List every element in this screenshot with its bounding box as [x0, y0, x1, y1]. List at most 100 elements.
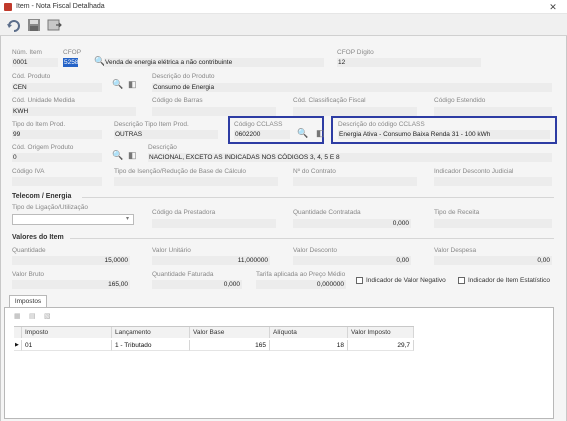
section-telecom-title: Telecom / Energia [12, 193, 72, 200]
cell-valor-base[interactable]: 165 [190, 340, 270, 351]
grid-header-row: Imposto Lançamento Valor Base Alíquota V… [14, 327, 414, 338]
valor-desconto-label: Valor Desconto [293, 247, 337, 254]
desc-origem-field: NACIONAL, EXCETO AS INDICADAS NOS CÓDIGO… [148, 153, 552, 162]
save-icon [28, 19, 40, 31]
codigo-iva-field[interactable] [12, 177, 102, 186]
tipo-isencao-label: Tipo de Isenção/Redução de Base de Cálcu… [114, 168, 247, 175]
cod-unidade-label: Cód. Unidade Medida [12, 97, 75, 104]
toolbar [0, 14, 567, 36]
grid-add-icon[interactable]: ▦ [14, 312, 21, 320]
save-button[interactable] [26, 17, 42, 33]
ind-desconto-label: Indicador Desconto Judicial [434, 168, 514, 175]
ind-valor-negativo-label: Indicador de Valor Negativo [366, 277, 446, 284]
num-contrato-field[interactable] [293, 177, 417, 186]
quantidade-field[interactable]: 15,0000 [12, 256, 130, 265]
desc-produto-field: Consumo de Energia [152, 83, 552, 92]
cod-unidade-field[interactable]: KWH [12, 107, 136, 116]
cod-cclass-label: Código CCLASS [234, 121, 283, 128]
section-divider [82, 197, 554, 198]
ind-valor-negativo-checkbox[interactable] [356, 277, 363, 284]
tipo-ligacao-select[interactable] [12, 214, 134, 225]
window-title: Item - Nota Fiscal Detalhada [16, 3, 105, 10]
cod-class-fiscal-label: Cód. Classificação Fiscal [293, 97, 366, 104]
ind-desconto-field[interactable] [434, 177, 552, 186]
valor-despesa-field[interactable]: 0,00 [434, 256, 552, 265]
cod-cclass-field[interactable]: 0602200 [234, 130, 290, 139]
cod-class-fiscal-field[interactable] [293, 107, 417, 116]
desc-tipo-item-field: OUTRAS [114, 130, 218, 139]
search-icon[interactable]: 🔍 [297, 128, 308, 139]
cfop-digito-field[interactable]: 12 [337, 58, 481, 67]
cfop-digito-label: CFOP Dígito [337, 49, 374, 56]
cod-produto-field[interactable]: CEN [12, 83, 102, 92]
undo-icon [7, 20, 20, 32]
valor-unitario-label: Valor Unitário [152, 247, 191, 254]
qtd-contratada-field[interactable]: 0,000 [293, 219, 411, 228]
quantidade-label: Quantidade [12, 247, 46, 254]
valor-despesa-label: Valor Despesa [434, 247, 477, 254]
close-window-button[interactable] [46, 17, 62, 33]
close-icon[interactable]: ✕ [547, 1, 559, 13]
cod-prestadora-field[interactable] [152, 219, 276, 228]
cod-estendido-label: Código Estendido [434, 97, 486, 104]
valor-desconto-field[interactable]: 0,00 [293, 256, 411, 265]
close-window-icon [47, 19, 62, 31]
qtd-faturada-label: Quantidade Faturada [152, 271, 214, 278]
cod-origem-field[interactable]: 0 [12, 153, 102, 162]
num-item-field[interactable]: 0001 [12, 58, 58, 67]
grid-edit-icon[interactable]: ▤ [29, 312, 36, 320]
valor-unitario-field[interactable]: 11,000000 [152, 256, 270, 265]
ind-item-estatistico-label: Indicador de Item Estatístico [468, 277, 551, 284]
title-bar: Item - Nota Fiscal Detalhada ✕ [0, 0, 567, 14]
num-item-label: Núm. Item [12, 49, 42, 56]
tipo-isencao-field[interactable] [114, 177, 278, 186]
grid-delete-icon[interactable]: ▧ [44, 312, 51, 320]
grid-header-indicator [14, 327, 22, 338]
cfop-field[interactable]: 5258 [63, 58, 78, 67]
cod-estendido-field[interactable] [434, 107, 552, 116]
grid-header-valor-imposto[interactable]: Valor Imposto [348, 327, 414, 338]
desc-tipo-item-label: Descrição Tipo Item Prod. [114, 121, 189, 128]
qtd-contratada-label: Quantidade Contratada [293, 209, 361, 216]
section-valores-title: Valores do Item [12, 234, 64, 241]
ind-item-estatistico-checkbox[interactable] [458, 277, 465, 284]
eraser-icon[interactable]: ◧ [128, 79, 137, 90]
desc-produto-label: Descrição do Produto [152, 73, 215, 80]
desc-cclass-field: Energia Ativa - Consumo Baixa Renda 31 -… [338, 130, 550, 139]
search-icon[interactable]: 🔍 [112, 79, 123, 90]
cod-prestadora-label: Código da Prestadora [152, 209, 216, 216]
cell-lancamento[interactable]: 1 - Tributado [112, 340, 190, 351]
cell-imposto[interactable]: 01 [22, 340, 112, 351]
eraser-icon[interactable]: ◧ [128, 150, 137, 161]
app-icon [4, 3, 12, 11]
cod-barras-field[interactable] [152, 107, 276, 116]
grid-header-aliquota[interactable]: Alíquota [270, 327, 348, 338]
cfop-label: CFOP [63, 49, 82, 56]
cell-aliquota[interactable]: 18 [270, 340, 348, 351]
desc-cclass-label: Descrição do código CCLASS [338, 121, 425, 128]
tipo-receita-label: Tipo de Receita [434, 209, 480, 216]
cod-produto-label: Cód. Produto [12, 73, 51, 80]
search-icon[interactable]: 🔍 [112, 150, 123, 161]
undo-button[interactable] [6, 17, 22, 33]
grid-header-lancamento[interactable]: Lançamento [112, 327, 190, 338]
table-row[interactable]: ▶ 01 1 - Tributado 165 18 29,7 [14, 340, 414, 351]
grid-header-valor-base[interactable]: Valor Base [190, 327, 270, 338]
impostos-grid: Imposto Lançamento Valor Base Alíquota V… [14, 326, 414, 351]
tab-impostos[interactable]: Impostos [9, 295, 47, 307]
tipo-receita-field[interactable] [434, 219, 552, 228]
cell-valor-imposto[interactable]: 29,7 [348, 340, 414, 351]
section-divider [70, 238, 554, 239]
tipo-ligacao-label: Tipo de Ligação/Utilização [12, 204, 88, 211]
tipo-item-label: Tipo do Item Prod. [12, 121, 66, 128]
tipo-item-field[interactable]: 99 [12, 130, 102, 139]
num-contrato-label: Nº do Contrato [293, 168, 336, 175]
impostos-panel [4, 307, 554, 419]
dropdown-arrow-icon[interactable]: ▾ [126, 215, 129, 222]
grid-header-imposto[interactable]: Imposto [22, 327, 112, 338]
codigo-iva-label: Código IVA [12, 168, 45, 175]
tarifa-field[interactable]: 0,000000 [256, 280, 346, 289]
eraser-icon[interactable]: ◧ [316, 128, 325, 139]
qtd-faturada-field[interactable]: 0,000 [152, 280, 242, 289]
cod-origem-label: Cód. Origem Produto [12, 144, 74, 151]
